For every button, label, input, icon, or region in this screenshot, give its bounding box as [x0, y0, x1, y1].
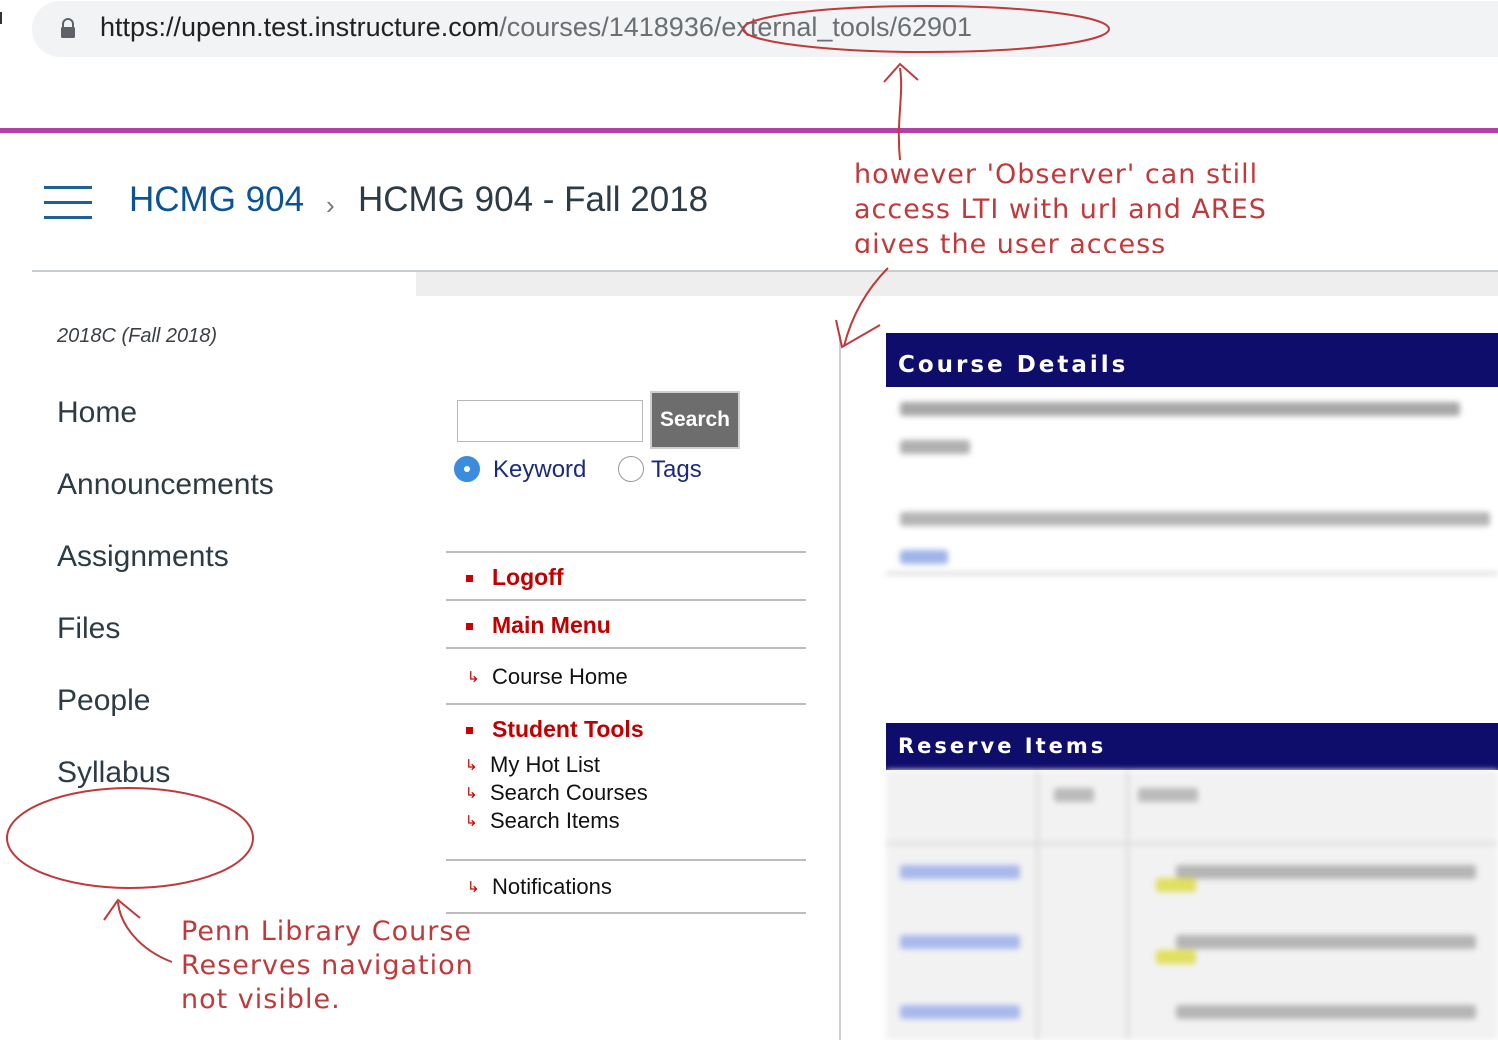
- arrow-up-left-icon: [117, 901, 173, 963]
- arrow-up-icon: [897, 67, 903, 161]
- annotation-drawings: [6, 5, 1110, 963]
- missing-nav-ellipse: [6, 787, 254, 889]
- arrow-down-left-icon: [843, 267, 889, 347]
- url-highlight-ellipse: [742, 5, 1110, 53]
